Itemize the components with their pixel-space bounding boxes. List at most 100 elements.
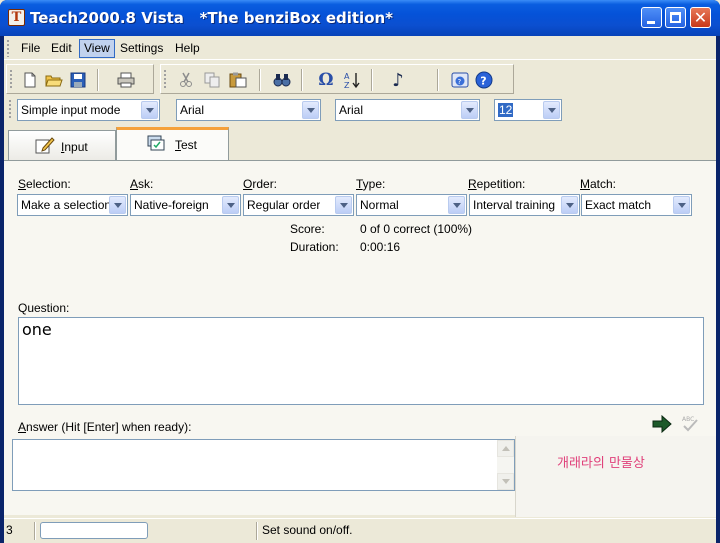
open-folder-icon — [45, 75, 63, 87]
ask-label-mnemonic: A — [130, 177, 139, 191]
about-window-icon: ? — [451, 72, 469, 88]
status-separator — [34, 522, 36, 540]
repetition-value: Interval training — [473, 198, 556, 212]
order-label-text: rder: — [252, 177, 278, 191]
match-label-mnemonic: M — [580, 177, 590, 191]
tab-input[interactable]: Input — [8, 130, 116, 160]
print-button[interactable] — [115, 69, 137, 91]
toolbar-separator — [437, 69, 439, 91]
cut-button[interactable] — [175, 69, 197, 91]
new-button[interactable] — [19, 69, 41, 91]
title-bar[interactable]: T Teach2000.8 Vista *The benziBox editio… — [0, 0, 720, 36]
chevron-down-icon[interactable] — [302, 101, 319, 119]
chevron-down-icon[interactable] — [222, 196, 239, 214]
toolbar-separator — [371, 69, 373, 91]
ask-label: Ask: — [130, 177, 153, 191]
score-label: Score: — [290, 222, 325, 236]
chevron-down-icon[interactable] — [109, 196, 126, 214]
toolbar-group-file — [6, 64, 154, 94]
repetition-label-mnemonic: R — [468, 177, 477, 191]
match-value: Exact match — [585, 198, 652, 212]
help-button[interactable]: ? — [473, 69, 495, 91]
printer-icon — [117, 72, 135, 88]
close-button[interactable]: ✕ — [690, 7, 711, 28]
sound-button[interactable]: ♪ — [387, 69, 409, 91]
toolbar-separator — [259, 69, 261, 91]
font-select-2[interactable]: Arial — [335, 99, 480, 121]
selection-select[interactable]: Make a selection — [17, 194, 128, 216]
find-button[interactable] — [271, 69, 293, 91]
spellcheck-icon[interactable]: ABC — [680, 414, 700, 434]
menu-view[interactable]: View — [79, 39, 115, 58]
save-disk-icon — [70, 72, 86, 88]
answer-scrollbar[interactable] — [497, 440, 514, 490]
menu-settings[interactable]: Settings — [115, 39, 168, 58]
chevron-down-icon[interactable] — [543, 101, 560, 119]
paste-button[interactable] — [227, 69, 249, 91]
chevron-down-icon[interactable] — [141, 101, 158, 119]
answer-input[interactable] — [12, 439, 515, 491]
tab-test[interactable]: Test — [116, 127, 229, 160]
duration-value: 0:00:16 — [360, 240, 401, 254]
chevron-down-icon[interactable] — [448, 196, 465, 214]
order-label-mnemonic: O — [243, 177, 253, 191]
submit-arrow-icon[interactable] — [652, 415, 672, 433]
svg-text:ABC: ABC — [682, 416, 694, 423]
status-progress-field — [40, 522, 148, 539]
toolbar-separator — [97, 69, 99, 91]
menu-help[interactable]: Help — [170, 39, 205, 58]
scroll-down-icon[interactable] — [497, 473, 514, 490]
toolbar-grip[interactable] — [164, 70, 167, 90]
maximize-icon — [670, 12, 681, 23]
chevron-down-icon[interactable] — [561, 196, 578, 214]
omega-icon: Ω — [318, 70, 334, 90]
selection-value: Make a selection — [21, 198, 109, 212]
order-label: Order: — [243, 177, 277, 191]
answer-label-mnemonic: A — [18, 420, 27, 434]
toolbar-grip[interactable] — [10, 70, 13, 90]
ask-label-text: sk: — [138, 177, 154, 191]
tab-input-label: nput — [64, 140, 88, 154]
type-select[interactable]: Normal — [356, 194, 467, 216]
menu-edit[interactable]: Edit — [46, 39, 77, 58]
pencil-note-icon — [35, 137, 55, 154]
app-icon[interactable]: T — [8, 9, 25, 26]
score-value: 0 of 0 correct (100%) — [360, 222, 473, 236]
status-message: Set sound on/off. — [262, 523, 353, 537]
help-icon: ? — [475, 71, 493, 89]
order-select[interactable]: Regular order — [243, 194, 354, 216]
menubar-grip[interactable] — [7, 40, 10, 57]
font-select-1[interactable]: Arial — [176, 99, 321, 121]
open-button[interactable] — [43, 69, 65, 91]
svg-text:Z: Z — [344, 81, 350, 89]
chevron-down-icon[interactable] — [335, 196, 352, 214]
scroll-up-icon[interactable] — [497, 440, 514, 457]
question-display: one — [18, 317, 704, 405]
maximize-button[interactable] — [665, 7, 686, 28]
branding-panel: 개래라의 만물상 — [515, 436, 716, 517]
order-value: Regular order — [247, 198, 321, 212]
formatbar-grip[interactable] — [9, 100, 12, 120]
ask-select[interactable]: Native-foreign — [130, 194, 241, 216]
menu-file[interactable]: File — [16, 39, 45, 58]
question-label: Question: — [18, 301, 70, 315]
ask-value: Native-foreign — [134, 198, 209, 212]
tab-strip: Input Test — [4, 127, 716, 160]
answer-label-text: nswer (Hit [Enter] when ready): — [26, 420, 192, 434]
repetition-select[interactable]: Interval training — [469, 194, 580, 216]
type-label: Type: — [356, 177, 385, 191]
about-button[interactable]: ? — [449, 69, 471, 91]
minimize-button[interactable] — [641, 7, 662, 28]
selection-label: Selection: — [18, 177, 71, 191]
chevron-down-icon[interactable] — [461, 101, 478, 119]
copy-button[interactable] — [201, 69, 223, 91]
sort-button[interactable]: AZ — [341, 69, 363, 91]
chevron-down-icon[interactable] — [673, 196, 690, 214]
font-size-select[interactable]: 12 — [494, 99, 562, 121]
svg-text:A: A — [344, 72, 350, 81]
match-select[interactable]: Exact match — [581, 194, 692, 216]
input-mode-select[interactable]: Simple input mode — [17, 99, 160, 121]
save-button[interactable] — [67, 69, 89, 91]
match-label: Match: — [580, 177, 616, 191]
special-chars-button[interactable]: Ω — [315, 69, 337, 91]
